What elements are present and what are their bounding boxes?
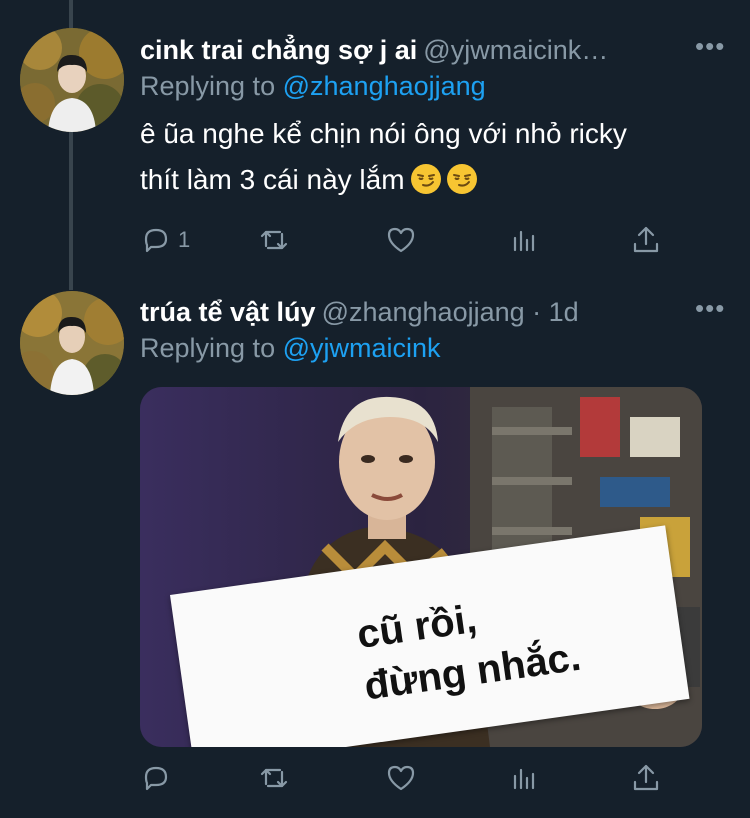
- tweet-text: ê ũa nghe kể chịn nói ông với nhỏ ricky …: [140, 111, 720, 203]
- display-name[interactable]: trúa tể vật lúy: [140, 297, 316, 327]
- tweet-text-line: ê ũa nghe kể chịn nói ông với nhỏ ricky: [140, 118, 627, 149]
- user-handle[interactable]: @zhanghaojjang · 1d: [322, 297, 579, 327]
- smirking-face-icon: [410, 164, 441, 194]
- replying-to-line: Replying to @zhanghaojjang: [140, 70, 486, 102]
- reply-button[interactable]: 1: [140, 224, 190, 256]
- display-name[interactable]: cink trai chẳng sợ j ai: [140, 35, 417, 65]
- meme-sign-text: cũ rồi, đừng nhắc.: [354, 568, 666, 713]
- more-options-button[interactable]: •••: [695, 33, 725, 59]
- tweet-text-segment: thít làm 3 cái này lắm: [140, 164, 405, 195]
- analytics-icon: [513, 768, 535, 790]
- more-options-button[interactable]: •••: [695, 295, 725, 321]
- smirking-face-icon: [446, 164, 477, 194]
- replying-to-label: Replying to: [140, 333, 276, 363]
- share-icon: [633, 226, 659, 253]
- share-icon: [633, 764, 659, 791]
- tweet-header: cink trai chẳng sợ j ai @yjwmaicink…: [140, 34, 608, 66]
- analytics-button[interactable]: [508, 224, 540, 256]
- reply-count: 1: [178, 227, 191, 252]
- share-button[interactable]: [630, 224, 662, 256]
- replying-to-mention[interactable]: @yjwmaicink: [283, 333, 441, 363]
- tweet-header: trúa tể vật lúy @zhanghaojjang · 1d: [140, 296, 579, 328]
- tweet-actions: [140, 762, 670, 802]
- retweet-icon: [260, 768, 288, 788]
- replying-to-label: Replying to: [140, 71, 276, 101]
- reply-icon: [144, 766, 168, 791]
- retweet-button[interactable]: [258, 762, 290, 794]
- retweet-button[interactable]: [258, 224, 290, 256]
- avatar[interactable]: [20, 28, 124, 132]
- avatar[interactable]: [20, 291, 124, 395]
- reply-icon: [144, 228, 168, 253]
- retweet-icon: [260, 230, 288, 250]
- tweet-media-image[interactable]: cũ rồi, đừng nhắc.: [140, 387, 702, 747]
- like-button[interactable]: [385, 762, 417, 794]
- reply-button[interactable]: [140, 762, 172, 794]
- like-icon: [387, 765, 415, 791]
- analytics-icon: [513, 230, 535, 252]
- like-icon: [387, 227, 415, 253]
- tweet-text-line: thít làm 3 cái này lắm: [140, 157, 720, 203]
- user-handle[interactable]: @yjwmaicink…: [423, 35, 608, 65]
- replying-to-mention[interactable]: @zhanghaojjang: [283, 71, 486, 101]
- like-button[interactable]: [385, 224, 417, 256]
- analytics-button[interactable]: [508, 762, 540, 794]
- tweet-actions: 1: [140, 224, 670, 264]
- replying-to-line: Replying to @yjwmaicink: [140, 332, 441, 364]
- share-button[interactable]: [630, 762, 662, 794]
